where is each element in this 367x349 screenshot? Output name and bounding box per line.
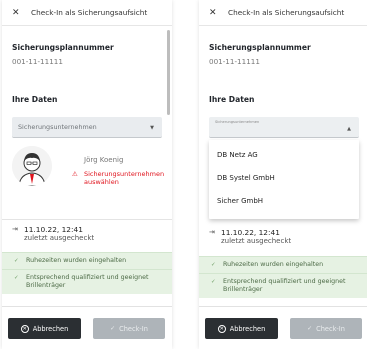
login-icon: ⇥ <box>12 225 18 233</box>
company-select[interactable]: Sicherungsunternehmen ▼ <box>12 117 162 138</box>
close-icon: ✕ <box>20 324 29 333</box>
plan-value: 001-11-11111 <box>12 57 63 66</box>
warning-icon: ⚠ <box>72 170 78 178</box>
check-icon: ✓ <box>211 262 216 268</box>
cancel-button-label: Abbrechen <box>32 324 69 333</box>
divider <box>2 219 172 220</box>
check-item-text: Entsprechend qualifiziert und geeignet B… <box>223 278 346 293</box>
checkin-button[interactable]: ✓ Check-In <box>290 318 362 339</box>
data-section-label: Ihre Daten <box>12 95 58 104</box>
checkin-button[interactable]: ✓ Check-In <box>93 318 165 339</box>
check-item: ✓ Ruhezeiten wurden eingehalten <box>199 256 367 273</box>
screen-default: ✕ Check-In als Sicherungsaufsicht Sicher… <box>2 0 172 349</box>
header: ✕ Check-In als Sicherungsaufsicht <box>199 0 367 26</box>
company-select-placeholder: Sicherungsunternehmen <box>18 123 97 131</box>
cancel-button-label: Abbrechen <box>229 324 266 333</box>
check-icon: ✓ <box>211 279 216 285</box>
check-item: ✓ Ruhezeiten wurden eingehalten <box>2 252 172 269</box>
scrollbar[interactable] <box>167 30 170 115</box>
check-icon: ✓ <box>14 275 19 281</box>
header-title: Check-In als Sicherungsaufsicht <box>228 8 345 17</box>
plan-label: Sicherungsplannummer <box>209 43 311 52</box>
warning-text: Sicherungsunternehmen auswählen <box>84 170 165 186</box>
person-card: Jörg Koenig ⚠ Sicherungsunternehmen ausw… <box>12 146 167 194</box>
checkin-button-label: Check-In <box>316 324 345 333</box>
checkin-button-label: Check-In <box>119 324 148 333</box>
person-name: Jörg Koenig <box>84 156 124 164</box>
close-icon[interactable]: ✕ <box>209 8 223 18</box>
close-icon[interactable]: ✕ <box>12 8 26 18</box>
check-icon: ✓ <box>14 258 19 264</box>
check-item: ✓ Entsprechend qualifiziert und geeignet… <box>199 273 367 298</box>
last-checkin-time: 11.10.22, 12:41 <box>221 228 280 237</box>
chevron-down-icon: ▼ <box>150 125 154 131</box>
last-checkin-status: zuletzt ausgecheckt <box>24 234 95 242</box>
header-title: Check-In als Sicherungsaufsicht <box>31 8 148 17</box>
last-checkin-status: zuletzt ausgecheckt <box>221 237 292 245</box>
last-checkin-time: 11.10.22, 12:41 <box>24 225 83 234</box>
check-icon: ✓ <box>307 325 313 332</box>
check-icon: ✓ <box>110 325 116 332</box>
check-item-text: Ruhezeiten wurden eingehalten <box>223 261 324 268</box>
close-icon: ✕ <box>217 324 226 333</box>
avatar <box>12 146 52 186</box>
dropdown-option[interactable]: Sicher GmbH <box>217 197 263 205</box>
plan-value: 001-11-11111 <box>209 57 260 66</box>
check-item-text: Ruhezeiten wurden eingehalten <box>26 257 127 264</box>
header: ✕ Check-In als Sicherungsaufsicht <box>2 0 172 26</box>
check-item: ✓ Entsprechend qualifiziert und geeignet… <box>2 269 172 294</box>
data-section-label: Ihre Daten <box>209 95 255 104</box>
company-select[interactable]: Sicherungsunternehmen ▲ <box>209 117 359 138</box>
footer: ✕ Abbrechen ✓ Check-In <box>2 306 172 349</box>
dropdown-option[interactable]: DB Netz AG <box>217 151 258 159</box>
cancel-button[interactable]: ✕ Abbrechen <box>205 318 278 339</box>
check-item-text: Entsprechend qualifiziert und geeignet B… <box>26 274 149 289</box>
plan-label: Sicherungsplannummer <box>12 43 114 52</box>
footer: ✕ Abbrechen ✓ Check-In <box>199 306 367 349</box>
dropdown-option[interactable]: DB Systel GmbH <box>217 174 275 182</box>
screen-dropdown-open: ✕ Check-In als Sicherungsaufsicht Sicher… <box>199 0 367 349</box>
login-icon: ⇥ <box>209 228 215 236</box>
company-select-label: Sicherungsunternehmen <box>215 120 260 124</box>
company-dropdown: DB Netz AG DB Systel GmbH Sicher GmbH <box>209 140 359 219</box>
cancel-button[interactable]: ✕ Abbrechen <box>8 318 81 339</box>
chevron-up-icon: ▲ <box>347 126 351 132</box>
